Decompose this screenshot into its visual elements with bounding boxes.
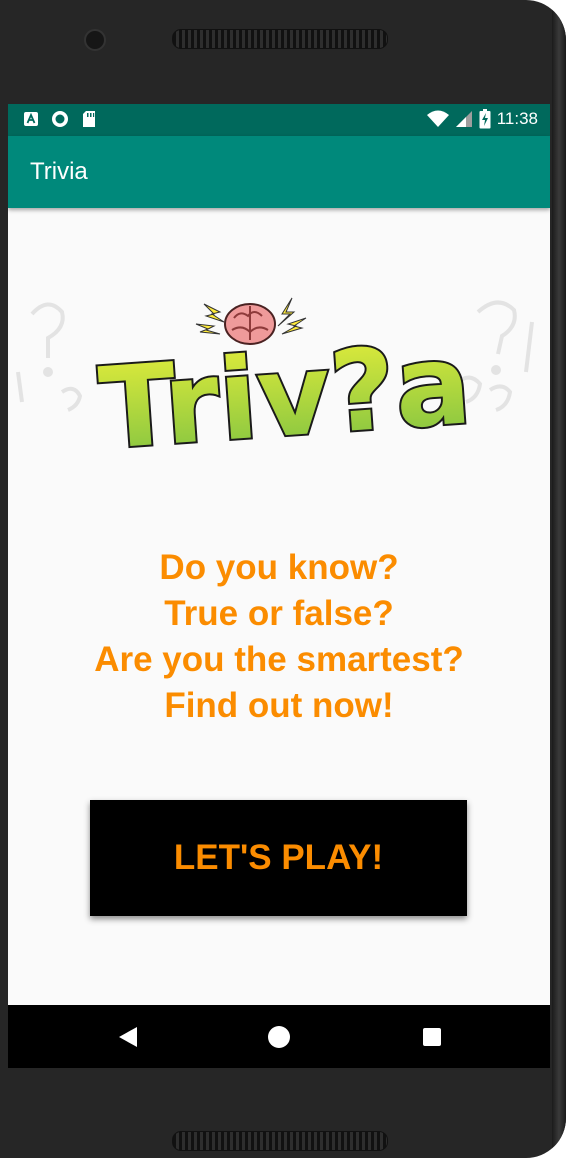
a-icon: [22, 110, 40, 128]
tagline-line: Are you the smartest?: [94, 640, 464, 679]
sd-card-icon: [80, 110, 98, 128]
lets-play-button[interactable]: LET'S PLAY!: [90, 800, 467, 916]
main-content: Triv?a Do you know? True or false? Are y…: [8, 208, 550, 1005]
bottom-speaker: [172, 1131, 388, 1151]
app-title: Trivia: [30, 158, 88, 185]
back-icon[interactable]: [113, 1022, 143, 1052]
nav-bar: [8, 1005, 550, 1068]
wifi-icon: [426, 110, 450, 128]
front-camera: [84, 29, 106, 51]
tagline-line: True or false?: [164, 594, 394, 633]
brain-icon: [224, 303, 276, 345]
circle-record-icon: [51, 110, 69, 128]
status-bar: 11:38: [8, 104, 550, 136]
home-icon[interactable]: [264, 1022, 294, 1052]
tagline: Do you know? True or false? Are you the …: [8, 545, 550, 729]
battery-charging-icon: [478, 109, 492, 129]
logo-text: Triv?a: [96, 319, 475, 452]
tagline-line: Do you know?: [159, 548, 399, 587]
phone-edge: [552, 0, 566, 1158]
screen: 11:38 Trivia Triv?a Do you know? True or…: [8, 104, 550, 1068]
signal-icon: [455, 110, 473, 128]
app-bar: Trivia: [8, 136, 550, 208]
recents-icon[interactable]: [417, 1022, 447, 1052]
top-speaker: [172, 29, 388, 49]
status-time: 11:38: [496, 109, 538, 128]
trivia-logo: Triv?a: [8, 292, 550, 477]
tagline-line: Find out now!: [164, 686, 394, 725]
phone-frame: 11:38 Trivia Triv?a Do you know? True or…: [0, 0, 566, 1158]
